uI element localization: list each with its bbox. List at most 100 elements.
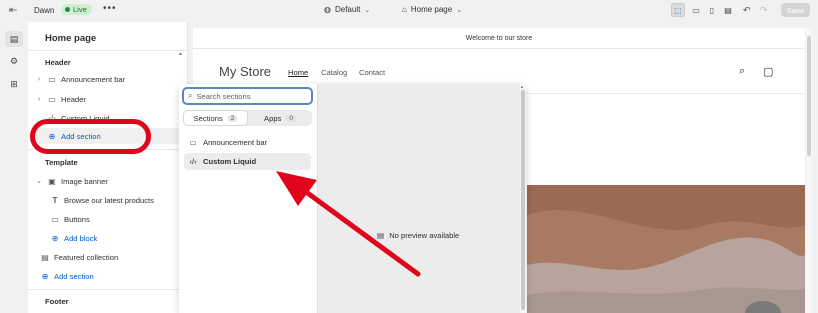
no-preview-label: No preview available — [389, 231, 460, 240]
search-icon[interactable]: ⌕ — [739, 65, 745, 78]
cart-icon[interactable]: ▢ — [763, 65, 773, 78]
section-featured-collection[interactable]: ▤ Featured collection — [40, 249, 180, 265]
cursor-select-icon: ⬚ — [674, 5, 682, 15]
image-icon: ▤ — [377, 231, 385, 240]
live-dot-icon — [65, 7, 70, 12]
section-list-pane: ⌕ Search sections Sections 2 Apps 0 ▭ An… — [179, 84, 317, 313]
announcement-bar: Welcome to our store — [193, 28, 805, 49]
page-title: Home page — [45, 33, 97, 44]
banner-artwork — [527, 185, 805, 313]
nav-home[interactable]: Home — [288, 68, 308, 77]
nav-contact[interactable]: Contact — [359, 68, 385, 77]
chevron-down-icon: ⌄ — [456, 6, 463, 14]
device-selector[interactable]: ◍ Default ⌄ — [324, 5, 370, 14]
live-label: Live — [73, 5, 87, 14]
section-label: Announcement bar — [61, 74, 126, 84]
page-selector-label: Home page — [410, 5, 453, 14]
exit-icon[interactable]: ⇤ — [9, 5, 17, 16]
section-image-banner[interactable]: ⌄ ▣ Image banner — [35, 173, 180, 189]
add-section-label: Add section — [54, 271, 94, 281]
chevron-down-icon[interactable]: ⌄ — [35, 177, 43, 185]
search-input[interactable]: ⌕ Search sections — [182, 87, 313, 105]
add-block-button[interactable]: ⊕ Add block — [50, 230, 180, 246]
tab-count: 0 — [286, 114, 296, 122]
chevron-right-icon[interactable]: › — [35, 96, 43, 103]
search-icon: ⌕ — [188, 91, 193, 100]
tab-sections[interactable]: Sections 2 — [184, 111, 247, 125]
add-circle-icon: ⊕ — [51, 233, 59, 243]
tab-label: Apps — [264, 113, 282, 123]
image-icon: ▣ — [48, 176, 56, 186]
template-group-title: Template — [45, 158, 78, 167]
add-section-popover: ⌕ Search sections Sections 2 Apps 0 ▭ An… — [179, 84, 526, 313]
block-heading[interactable]: T Browse our latest products — [50, 192, 180, 208]
fullscreen-icon: ▤ — [724, 5, 732, 15]
scroll-up-icon[interactable]: ▲ — [178, 51, 183, 57]
footer-group-title: Footer — [45, 297, 69, 306]
save-button[interactable]: Save — [781, 3, 810, 17]
section-preview-pane — [317, 84, 526, 313]
layout-icon: ▭ — [48, 74, 56, 84]
search-placeholder: Search sections — [196, 91, 251, 101]
no-preview-message: ▤ No preview available — [377, 231, 459, 240]
layout-icon: ▭ — [48, 94, 56, 104]
add-section-button-template[interactable]: ⊕ Add section — [40, 268, 180, 284]
picker-item-label: Announcement bar — [203, 138, 268, 147]
chevron-down-icon: ⌄ — [364, 6, 371, 14]
chevron-right-icon[interactable]: › — [35, 76, 43, 83]
settings-icon[interactable]: ⚙ — [5, 53, 23, 69]
tab-label: Sections — [193, 113, 223, 123]
preview-scrollbar[interactable] — [806, 28, 812, 313]
layout-icon: ▭ — [189, 138, 197, 147]
inspector-toggle-button[interactable]: ⬚ — [671, 3, 685, 17]
scroll-up-icon[interactable]: ▲ — [520, 84, 524, 89]
nav-catalog[interactable]: Catalog — [321, 68, 347, 77]
text-icon: T — [52, 195, 58, 205]
undo-icon[interactable]: ↶ — [743, 5, 751, 16]
highlight-oval — [30, 119, 151, 154]
image-banner — [527, 185, 805, 313]
picker-scrollbar[interactable]: ▲ — [520, 84, 526, 313]
section-label: Image banner — [61, 176, 108, 186]
mobile-view-button[interactable]: ▯ — [705, 3, 719, 17]
block-buttons[interactable]: ▭ Buttons — [50, 211, 180, 227]
device-selector-label: Default — [334, 5, 361, 14]
tab-apps[interactable]: Apps 0 — [249, 111, 311, 125]
apps-icon[interactable]: ⊞ — [5, 76, 23, 92]
add-circle-icon: ⊕ — [41, 271, 49, 281]
sections-panel: Home page ▲ Header › ▭ Announcement bar … — [28, 22, 188, 313]
collection-icon: ▤ — [41, 252, 49, 262]
desktop-view-button[interactable]: ▭ — [689, 3, 703, 17]
store-logo[interactable]: My Store — [219, 64, 271, 79]
divider — [28, 289, 188, 290]
picker-tabs: Sections 2 Apps 0 — [183, 110, 312, 126]
button-icon: ▭ — [51, 214, 59, 224]
desktop-icon: ▭ — [692, 5, 700, 15]
live-badge: Live — [61, 4, 92, 15]
more-actions-button[interactable]: ••• — [103, 3, 117, 14]
section-label: Featured collection — [54, 252, 119, 262]
picker-item-announcement-bar[interactable]: ▭ Announcement bar — [184, 134, 311, 151]
globe-icon: ◍ — [324, 5, 331, 14]
left-rail: ▤ ⚙ ⊞ — [0, 22, 28, 313]
redo-icon[interactable]: ↷ — [760, 5, 768, 16]
home-icon: ⌂ — [402, 5, 407, 14]
block-label: Browse our latest products — [64, 195, 154, 205]
section-announcement-bar[interactable]: › ▭ Announcement bar — [35, 71, 180, 87]
picker-item-custom-liquid[interactable]: ‹/› Custom Liquid — [184, 153, 311, 170]
code-icon: ‹/› — [189, 157, 197, 166]
header-group-title: Header — [45, 58, 71, 67]
picker-item-label: Custom Liquid — [203, 157, 257, 166]
divider — [28, 50, 188, 51]
sections-icon[interactable]: ▤ — [5, 31, 23, 47]
fullscreen-view-button[interactable]: ▤ — [721, 3, 735, 17]
block-label: Buttons — [64, 214, 90, 224]
section-header[interactable]: › ▭ Header — [35, 91, 180, 107]
mobile-icon: ▯ — [709, 5, 715, 15]
announcement-text: Welcome to our store — [465, 34, 533, 42]
section-label: Header — [61, 94, 86, 104]
page-selector[interactable]: ⌂ Home page ⌄ — [402, 5, 462, 14]
tab-count: 2 — [227, 114, 238, 122]
top-bar: ⇤ Dawn Live ••• ◍ Default ⌄ ⌂ Home page … — [0, 0, 818, 22]
theme-name: Dawn — [34, 6, 55, 15]
